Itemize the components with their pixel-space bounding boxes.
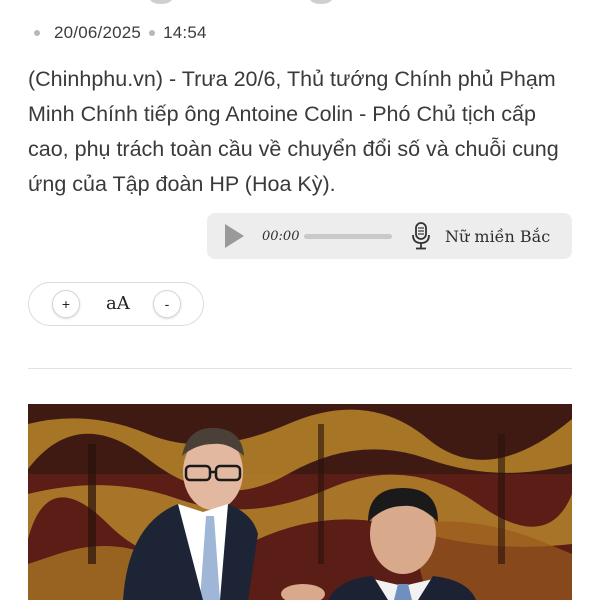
article-lead: (Chinhphu.vn) - Trưa 20/6, Thủ tướng Chí… [28,67,559,196]
bullet-icon [34,30,40,36]
publish-time: 14:54 [163,23,207,42]
font-size-control: + aA - [28,282,204,326]
article-meta: 20/06/2025 14:54 [34,20,207,46]
audio-player: 00:00 Nữ miền Bắc [207,213,572,259]
separator-dot-icon [149,30,156,36]
photo-illustration [28,404,572,600]
decrease-font-button[interactable]: - [153,290,181,318]
voice-selector[interactable]: Nữ miền Bắc [445,227,550,246]
previous-content-edge [0,0,600,10]
font-size-label: aA [106,293,130,314]
microphone-icon[interactable] [410,221,432,251]
audio-progress-bar[interactable] [304,233,392,239]
publish-date: 20/06/2025 [54,23,142,42]
article-photo[interactable] [28,404,572,600]
increase-font-button[interactable]: + [52,290,80,318]
divider [28,368,572,369]
play-icon[interactable] [225,224,244,248]
audio-current-time: 00:00 [262,228,300,244]
article-page: 20/06/2025 14:54 (Chinhphu.vn) - Trưa 20… [0,0,600,600]
